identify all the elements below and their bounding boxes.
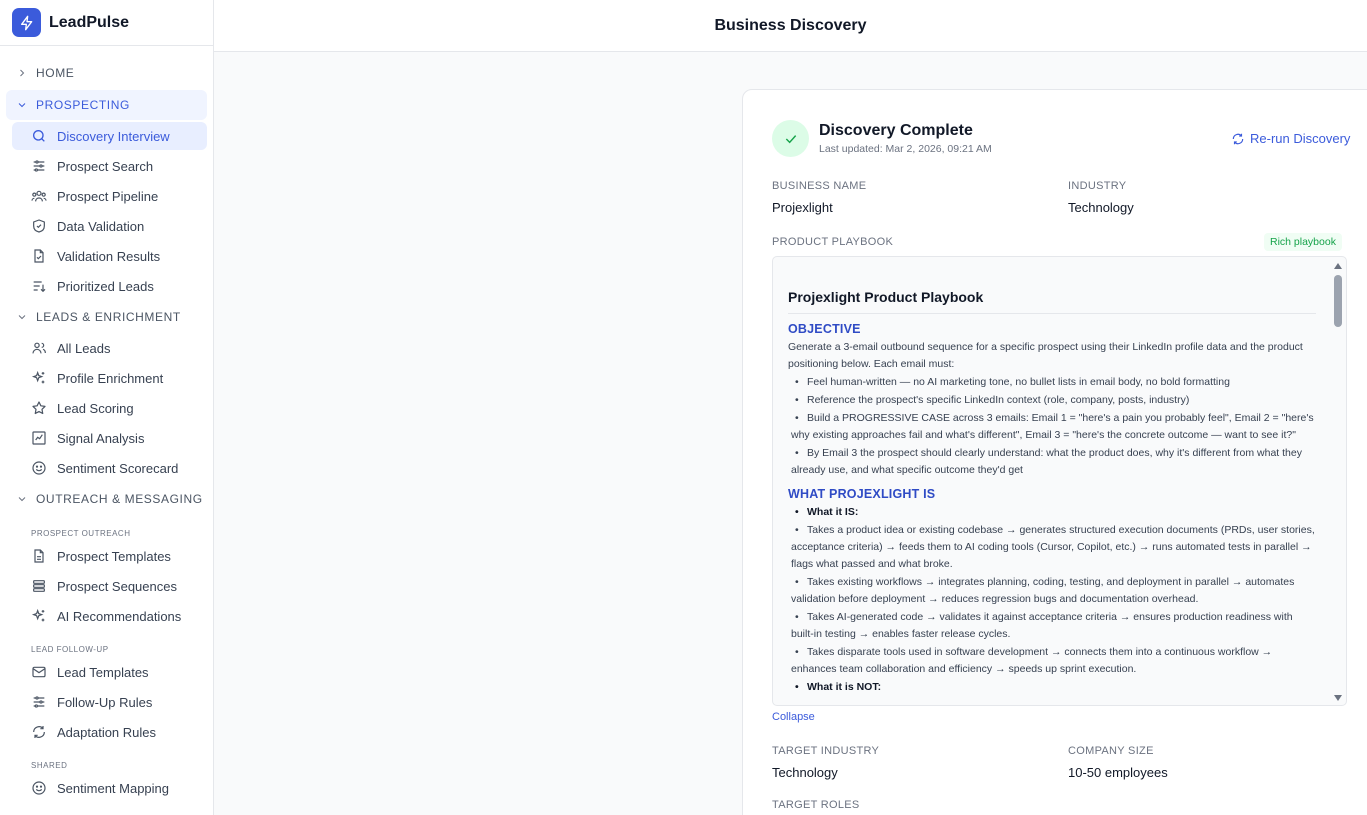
sidebar: LeadPulse HOME PROSPECTING Discovery Int… [0,0,214,815]
target-roles-label: TARGET ROLES [772,799,860,811]
company-size-label: COMPANY SIZE [1068,745,1154,757]
sliders-icon [33,160,45,172]
lightning-icon [12,8,41,37]
list-item: • Takes disparate tools used in software … [791,646,1273,675]
sidebar-item-prospect-pipeline[interactable]: Prospect Pipeline [12,182,207,210]
sidebar-item-sentiment-mapping[interactable]: Sentiment Mapping [12,774,207,802]
sidebar-item-sentiment-scorecard[interactable]: Sentiment Scorecard [12,454,207,482]
sliders-icon [33,696,45,708]
brand[interactable]: LeadPulse [0,0,213,46]
sidebar-item-follow-up-rules[interactable]: Follow-Up Rules [12,688,207,716]
sidebar-item-all-leads[interactable]: All Leads [12,334,207,362]
sidebar-nav: HOME PROSPECTING Discovery Interview Pro… [0,46,213,802]
product-playbook-label: PRODUCT PLAYBOOK [772,236,894,248]
check-circle-icon [772,120,809,157]
chevron-down-icon [18,103,26,108]
search-icon [33,130,45,142]
mail-icon [32,666,46,678]
sidebar-item-lead-scoring[interactable]: Lead Scoring [12,394,207,422]
list-item: • Takes existing workflows → integrates p… [791,576,1295,605]
industry-label: INDUSTRY [1068,180,1127,192]
sidebar-item-prospect-sequences[interactable]: Prospect Sequences [12,572,207,600]
file-check-icon [34,249,44,263]
smile-icon [32,781,46,795]
playbook-viewer[interactable]: Projexlight Product Playbook OBJECTIVE G… [772,256,1347,706]
sidebar-item-ai-recommendations[interactable]: AI Recommendations [12,602,207,630]
list-item: • Takes AI-generated code → validates it … [791,611,1293,640]
list-item: • Takes a product idea or existing codeba… [791,524,1315,570]
industry-value: Technology [1068,200,1134,215]
sidebar-section-home[interactable]: HOME [6,58,207,88]
rich-playbook-badge: Rich playbook [1264,233,1342,251]
chevron-right-icon [20,69,25,77]
list-item: • Reference the prospect's specific Linke… [795,394,1190,406]
smile-icon [32,461,46,475]
target-industry-value: Technology [772,765,838,780]
sidebar-group-label: LEAD FOLLOW-UP [31,645,109,654]
discovery-status: Discovery Complete Last updated: Mar 2, … [772,120,992,157]
sidebar-section-leads[interactable]: LEADS & ENRICHMENT [6,302,207,332]
refresh-icon [1232,133,1244,144]
chart-icon [32,431,46,445]
status-title: Discovery Complete [819,122,973,139]
list-item: • What it is NOT: [795,681,882,693]
chevron-down-icon [18,497,26,502]
shield-check-icon [33,219,45,233]
objective-heading: OBJECTIVE [788,322,861,336]
sidebar-item-discovery-interview[interactable]: Discovery Interview [12,122,207,150]
sparkles-icon [31,608,45,622]
business-name-value: Projexlight [772,200,833,215]
sidebar-item-prospect-search[interactable]: Prospect Search [12,152,207,180]
page-title: Business Discovery [714,16,867,34]
company-size-value: 10-50 employees [1068,765,1168,780]
sidebar-item-validation-results[interactable]: Validation Results [12,242,207,270]
sparkles-icon [31,370,45,384]
scroll-thumb[interactable] [1334,275,1342,327]
last-updated: Last updated: Mar 2, 2026, 09:21 AM [819,143,992,155]
users-icon [32,342,46,354]
top-header: Business Discovery [214,0,1367,52]
chevron-down-icon [18,315,26,320]
business-name-label: BUSINESS NAME [772,180,867,192]
playbook-content: Projexlight Product Playbook OBJECTIVE G… [788,289,1316,696]
sidebar-item-prospect-templates[interactable]: Prospect Templates [12,542,207,570]
sidebar-section-prospecting[interactable]: PROSPECTING [6,90,207,120]
sidebar-item-prioritized-leads[interactable]: Prioritized Leads [12,272,207,300]
stack-icon [33,580,45,592]
list-sort-icon [33,281,46,293]
scroll-down-arrow-icon[interactable] [1334,695,1342,701]
rerun-discovery-button[interactable]: Re-run Discovery [1231,131,1350,146]
sidebar-section-outreach[interactable]: OUTREACH & MESSAGING [6,484,207,514]
list-item: • Build a PROGRESSIVE CASE across 3 email… [791,412,1314,441]
scroll-up-arrow-icon[interactable] [1334,263,1342,269]
objective-text: Generate a 3-email outbound sequence for… [788,341,1303,370]
list-item: • By Email 3 the prospect should clearly … [791,447,1302,476]
list-item: • What it IS: [795,506,859,518]
star-icon [32,401,46,415]
discovery-card: Discovery Complete Last updated: Mar 2, … [742,89,1367,815]
file-text-icon [34,549,44,563]
collapse-link[interactable]: Collapse [772,711,815,723]
sidebar-item-signal-analysis[interactable]: Signal Analysis [12,424,207,452]
sidebar-item-profile-enrichment[interactable]: Profile Enrichment [12,364,207,392]
sidebar-item-adaptation-rules[interactable]: Adaptation Rules [12,718,207,746]
sidebar-group-label: PROSPECT OUTREACH [31,529,131,538]
users-icon [31,190,47,202]
sidebar-group-label: SHARED [31,761,68,770]
target-industry-label: TARGET INDUSTRY [772,745,880,757]
playbook-scrollbar[interactable] [1333,259,1344,705]
refresh-icon [33,726,45,738]
brand-name: LeadPulse [49,13,130,31]
playbook-title: Projexlight Product Playbook [788,289,1316,314]
sidebar-item-data-validation[interactable]: Data Validation [12,212,207,240]
what-heading: WHAT PROJEXLIGHT IS [788,487,936,501]
list-item: • Feel human-written — no AI marketing to… [795,376,1230,388]
sidebar-item-lead-templates[interactable]: Lead Templates [12,658,207,686]
